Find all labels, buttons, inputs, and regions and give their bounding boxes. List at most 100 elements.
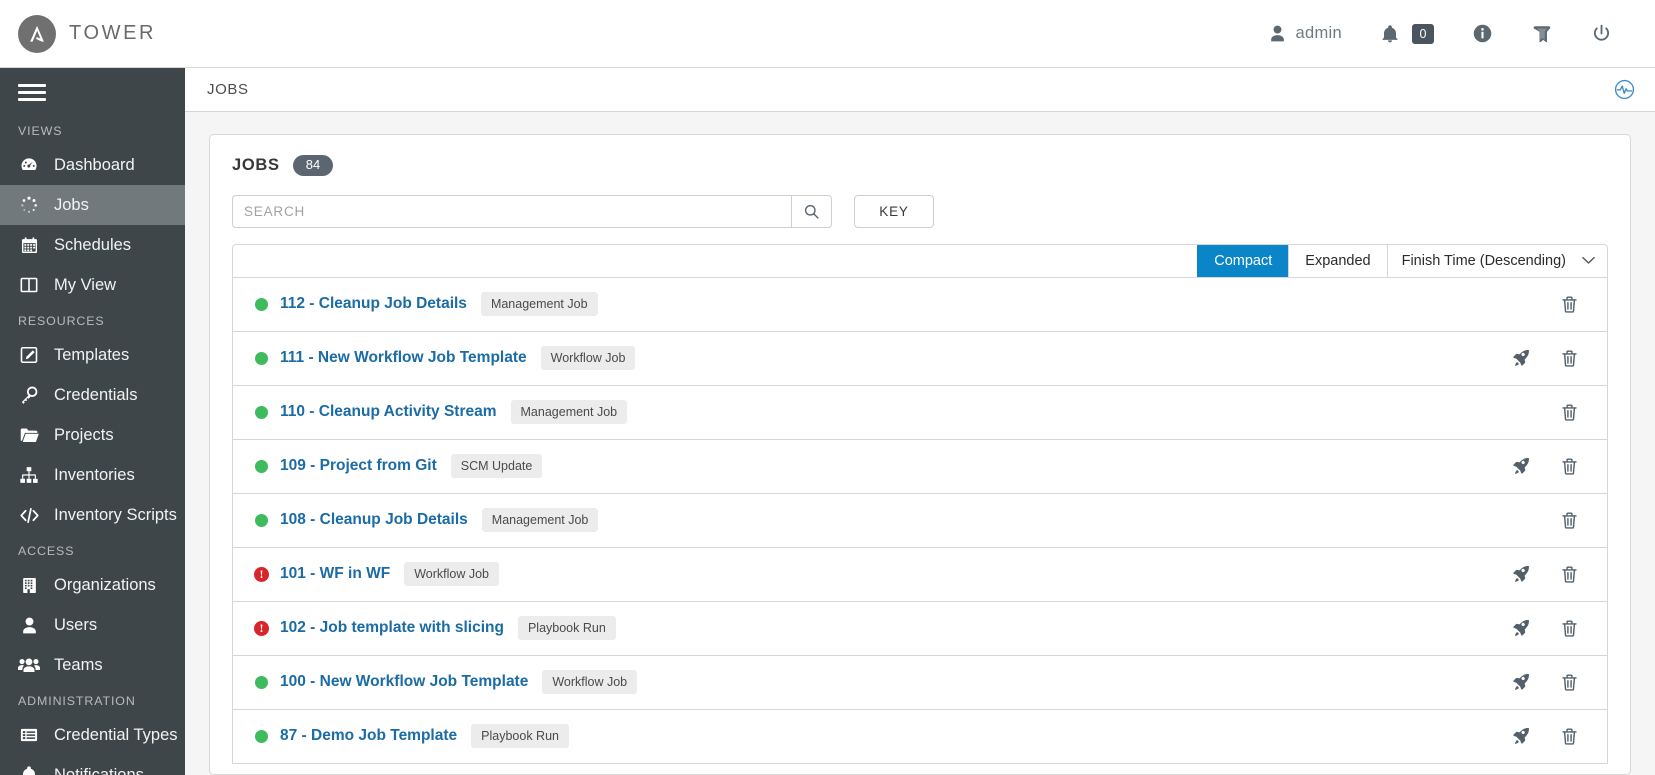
sidebar-item-my-view[interactable]: My View xyxy=(0,265,185,305)
sidebar-item-teams[interactable]: Teams xyxy=(0,645,185,685)
table-row[interactable]: 108 - Cleanup Job Details Management Job xyxy=(232,493,1608,548)
sidebar: VIEWS Dashboard Jobs Schedules My View RESOUR… xyxy=(0,68,185,775)
search-row: KEY xyxy=(232,194,1608,228)
jobs-panel-header: JOBS 84 SEARCH KEY xyxy=(210,135,1630,228)
jobs-list: 112 - Cleanup Job Details Management Job 1… xyxy=(232,277,1608,774)
docs-button[interactable] xyxy=(1512,0,1572,68)
breadcrumb-bar: JOBS xyxy=(185,68,1655,112)
rocket-icon xyxy=(1511,456,1531,476)
key-button[interactable]: KEY xyxy=(854,194,934,228)
job-type-badge: Management Job xyxy=(480,292,598,317)
notifications-button[interactable]: 0 xyxy=(1361,0,1453,68)
job-name-link[interactable]: 102 - Job template with slicing xyxy=(280,619,504,637)
table-row[interactable]: 100 - New Workflow Job Template Workflow … xyxy=(232,655,1608,710)
edit-square-icon xyxy=(18,344,40,366)
sidebar-item-label: Dashboard xyxy=(54,155,135,174)
table-row[interactable]: 87 - Demo Job Template Playbook Run xyxy=(232,709,1608,764)
table-row[interactable]: 112 - Cleanup Job Details Management Job xyxy=(232,277,1608,332)
relaunch-button[interactable] xyxy=(1497,662,1545,702)
user-icon xyxy=(1268,24,1287,43)
search-button[interactable] xyxy=(791,194,832,228)
sidebar-item-templates[interactable]: Templates xyxy=(0,335,185,375)
delete-button[interactable] xyxy=(1545,446,1593,486)
view-toggle-expanded[interactable]: Expanded xyxy=(1288,244,1387,277)
page-title: JOBS xyxy=(232,155,280,174)
key-icon xyxy=(18,384,40,406)
job-name-link[interactable]: 109 - Project from Git xyxy=(280,457,437,475)
brand[interactable]: TOWER xyxy=(18,14,156,53)
job-name-link[interactable]: 100 - New Workflow Job Template xyxy=(280,673,528,691)
sidebar-item-notifications[interactable]: Notifications xyxy=(0,755,185,775)
sidebar-item-schedules[interactable]: Schedules xyxy=(0,225,185,265)
job-name-link[interactable]: 108 - Cleanup Job Details xyxy=(280,511,468,529)
jobs-count-badge: 84 xyxy=(292,155,334,176)
view-toggle-compact[interactable]: Compact xyxy=(1197,244,1289,277)
sidebar-item-label: Notifications xyxy=(54,765,144,775)
table-row[interactable]: 111 - New Workflow Job Template Workflow … xyxy=(232,331,1608,386)
info-button[interactable] xyxy=(1453,0,1512,68)
sidebar-item-inventory-scripts[interactable]: Inventory Scripts xyxy=(0,495,185,535)
sidebar-item-jobs[interactable]: Jobs xyxy=(0,185,185,225)
trash-icon xyxy=(1560,403,1579,422)
breadcrumb[interactable]: JOBS xyxy=(207,81,249,98)
columns-icon xyxy=(18,274,40,296)
content-area: JOBS 84 SEARCH KEY Compact Expanded Fini… xyxy=(185,112,1655,775)
relaunch-placeholder xyxy=(1497,500,1545,540)
relaunch-button[interactable] xyxy=(1497,338,1545,378)
sidebar-item-label: Teams xyxy=(54,655,103,674)
relaunch-button[interactable] xyxy=(1497,716,1545,756)
job-name-link[interactable]: 111 - New Workflow Job Template xyxy=(280,349,527,367)
sidebar-item-inventories[interactable]: Inventories xyxy=(0,455,185,495)
user-icon xyxy=(18,614,40,636)
job-name-link[interactable]: 101 - WF in WF xyxy=(280,565,390,583)
relaunch-button[interactable] xyxy=(1497,608,1545,648)
info-icon xyxy=(1472,23,1493,44)
table-row[interactable]: 109 - Project from Git SCM Update xyxy=(232,439,1608,494)
sidebar-item-dashboard[interactable]: Dashboard xyxy=(0,145,185,185)
list-toolbar: Compact Expanded Finish Time (Descending… xyxy=(232,243,1608,278)
hamburger-icon[interactable] xyxy=(0,68,46,115)
sidebar-item-organizations[interactable]: Organizations xyxy=(0,565,185,605)
user-menu[interactable]: admin xyxy=(1249,0,1361,68)
sort-dropdown[interactable]: Finish Time (Descending) xyxy=(1386,244,1607,277)
delete-button[interactable] xyxy=(1545,392,1593,432)
tower-app: TOWER admin 0 VIEWS Dashboard Jobs Sched… xyxy=(0,0,1655,775)
trash-icon xyxy=(1560,619,1579,638)
table-row[interactable]: ! 101 - WF in WF Workflow Job xyxy=(232,547,1608,602)
sidebar-item-projects[interactable]: Projects xyxy=(0,415,185,455)
calendar-icon xyxy=(18,234,40,256)
sidebar-item-credentials[interactable]: Credentials xyxy=(0,375,185,415)
rocket-icon xyxy=(1511,672,1531,692)
delete-button[interactable] xyxy=(1545,500,1593,540)
status-badge-successful xyxy=(255,675,268,689)
job-name-link[interactable]: 87 - Demo Job Template xyxy=(280,727,457,745)
table-row[interactable]: ! 102 - Job template with slicing Playbook… xyxy=(232,601,1608,656)
delete-button[interactable] xyxy=(1545,284,1593,324)
sidebar-item-credential-types[interactable]: Credential Types xyxy=(0,715,185,755)
sidebar-item-users[interactable]: Users xyxy=(0,605,185,645)
job-name-link[interactable]: 112 - Cleanup Job Details xyxy=(280,295,467,313)
table-row[interactable]: 110 - Cleanup Activity Stream Management … xyxy=(232,385,1608,440)
job-type-badge: Workflow Job xyxy=(404,562,500,587)
sidebar-item-label: Inventory Scripts xyxy=(54,505,177,524)
delete-button[interactable] xyxy=(1545,662,1593,702)
job-type-badge: Management Job xyxy=(510,400,628,425)
sidebar-section-views: VIEWS xyxy=(18,124,63,138)
relaunch-button[interactable] xyxy=(1497,554,1545,594)
activity-stream-icon[interactable] xyxy=(1614,79,1635,100)
delete-button[interactable] xyxy=(1545,554,1593,594)
delete-button[interactable] xyxy=(1545,716,1593,756)
trash-icon xyxy=(1560,673,1579,692)
delete-button[interactable] xyxy=(1545,608,1593,648)
job-name-link[interactable]: 110 - Cleanup Activity Stream xyxy=(280,403,497,421)
row-actions xyxy=(1497,662,1593,702)
search-input[interactable] xyxy=(232,194,791,228)
sidebar-item-label: Jobs xyxy=(54,195,89,214)
main-content: JOBS JOBS 84 SEARCH KEY Compact Expanded… xyxy=(185,68,1655,775)
logout-button[interactable] xyxy=(1572,0,1631,68)
relaunch-button[interactable] xyxy=(1497,446,1545,486)
row-actions xyxy=(1497,500,1593,540)
delete-button[interactable] xyxy=(1545,338,1593,378)
trash-icon xyxy=(1560,295,1579,314)
trash-icon xyxy=(1560,727,1579,746)
